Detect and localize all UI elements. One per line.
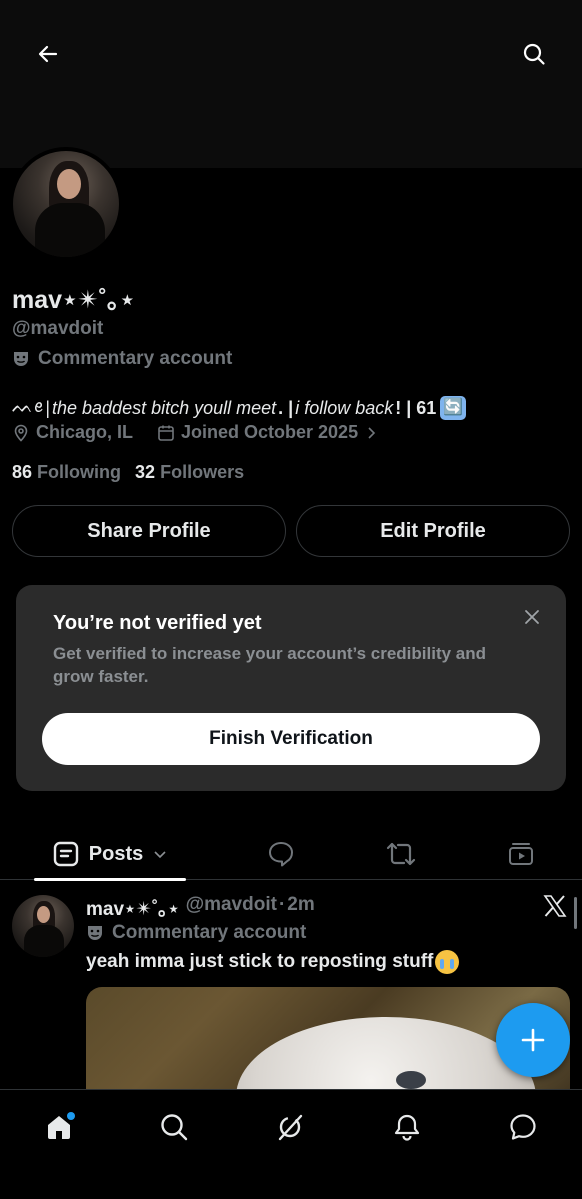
profile-category-label: Commentary account <box>38 348 233 369</box>
chevron-right-icon[interactable] <box>364 426 378 440</box>
post-header: mav⋆✴︎˚｡⋆ @mavdoit · 2m <box>86 894 315 921</box>
search-icon <box>161 1114 188 1141</box>
profile-meta: Chicago, IL Joined October 2025 <box>12 422 378 443</box>
tab-reposts[interactable] <box>378 828 424 880</box>
tab-posts-label: Posts <box>88 842 144 865</box>
calendar-icon <box>158 425 174 441</box>
post-category: Commentary account <box>86 922 306 944</box>
edit-profile-button[interactable]: Edit Profile <box>296 505 570 557</box>
crying-emoji-icon <box>435 950 460 974</box>
post-text: yeah imma just stick to reposting stuff <box>86 950 460 974</box>
reply-bubble-icon <box>269 842 293 867</box>
grok-icon <box>278 1114 303 1141</box>
post-author-avatar[interactable] <box>12 895 74 957</box>
nav-messages[interactable] <box>498 1102 548 1152</box>
profile-category[interactable]: Commentary account <box>12 348 232 370</box>
bottom-navigation <box>0 1089 582 1199</box>
tab-replies[interactable] <box>258 828 304 880</box>
followers-link[interactable]: 32 Followers <box>135 462 244 483</box>
bio-text-1: the baddest bitch youll meet <box>52 397 277 418</box>
scrollbar[interactable] <box>574 897 577 929</box>
finish-verification-button[interactable]: Finish Verification <box>42 713 540 765</box>
following-link[interactable]: 86 Following <box>12 462 121 483</box>
verification-title: You’re not verified yet <box>53 612 262 634</box>
post-category-label: Commentary account <box>112 922 307 943</box>
search-icon <box>523 43 545 65</box>
post-author-handle[interactable]: @mavdoit <box>186 894 277 921</box>
post-text-content: yeah imma just stick to reposting stuff <box>86 951 434 972</box>
close-icon <box>525 610 539 624</box>
verification-card: You’re not verified yet Get verified to … <box>16 585 566 791</box>
followers-label: Followers <box>160 462 245 482</box>
following-label: Following <box>37 462 122 482</box>
avatar-image <box>13 151 119 257</box>
verification-close-button[interactable] <box>520 605 544 629</box>
nav-notifications[interactable] <box>382 1102 432 1152</box>
notifications-icon <box>394 1114 420 1141</box>
messages-icon <box>510 1114 536 1140</box>
nav-search[interactable] <box>149 1102 199 1152</box>
notification-dot <box>67 1112 75 1120</box>
profile-display-name: mav⋆✴︎˚｡⋆ <box>12 286 136 314</box>
profile-avatar[interactable] <box>9 147 123 261</box>
profile-location: Chicago, IL <box>36 422 134 442</box>
chevron-down-icon <box>154 851 166 859</box>
arrow-left-icon <box>38 45 58 63</box>
nav-home[interactable] <box>34 1102 84 1152</box>
followers-count: 32 <box>135 462 156 482</box>
post-dot: · <box>278 894 286 915</box>
search-button[interactable] <box>512 32 556 76</box>
repost-icon <box>386 842 416 866</box>
x-logo-icon <box>542 893 568 919</box>
profile-handle: @mavdoit <box>12 318 104 339</box>
tab-posts[interactable]: Posts <box>34 828 186 881</box>
posts-icon <box>53 841 78 867</box>
post-author-name[interactable]: mav⋆✴︎˚｡⋆ <box>86 894 180 921</box>
nav-grok[interactable] <box>265 1102 315 1152</box>
plus-icon <box>521 1028 545 1052</box>
back-button[interactable] <box>26 32 70 76</box>
bio-separator: . | <box>278 397 294 418</box>
bio-separator: ! | 61 <box>395 397 437 418</box>
refresh-emoji-icon: 🔄 <box>440 396 467 420</box>
following-count: 86 <box>12 462 33 482</box>
theater-masks-icon <box>88 926 102 940</box>
bio-separator: | <box>45 397 50 418</box>
verification-description: Get verified to increase your account’s … <box>53 644 487 686</box>
post-time: 2m <box>287 894 315 915</box>
location-icon <box>14 424 28 442</box>
profile-banner <box>0 0 582 168</box>
bio-text-2: i follow back <box>295 397 394 418</box>
profile-tabs: Posts <box>0 828 582 881</box>
compose-post-button[interactable] <box>496 1003 570 1077</box>
tab-media[interactable] <box>498 828 544 880</box>
share-profile-button[interactable]: Share Profile <box>12 505 286 557</box>
post-item[interactable]: mav⋆✴︎˚｡⋆ @mavdoit · 2m Commentary accou… <box>0 881 582 1091</box>
follow-stats: 86 Following 32 Followers <box>12 462 244 483</box>
profile-joined[interactable]: Joined October 2025 <box>181 422 358 443</box>
theater-masks-icon <box>14 352 28 366</box>
media-icon <box>509 843 533 865</box>
